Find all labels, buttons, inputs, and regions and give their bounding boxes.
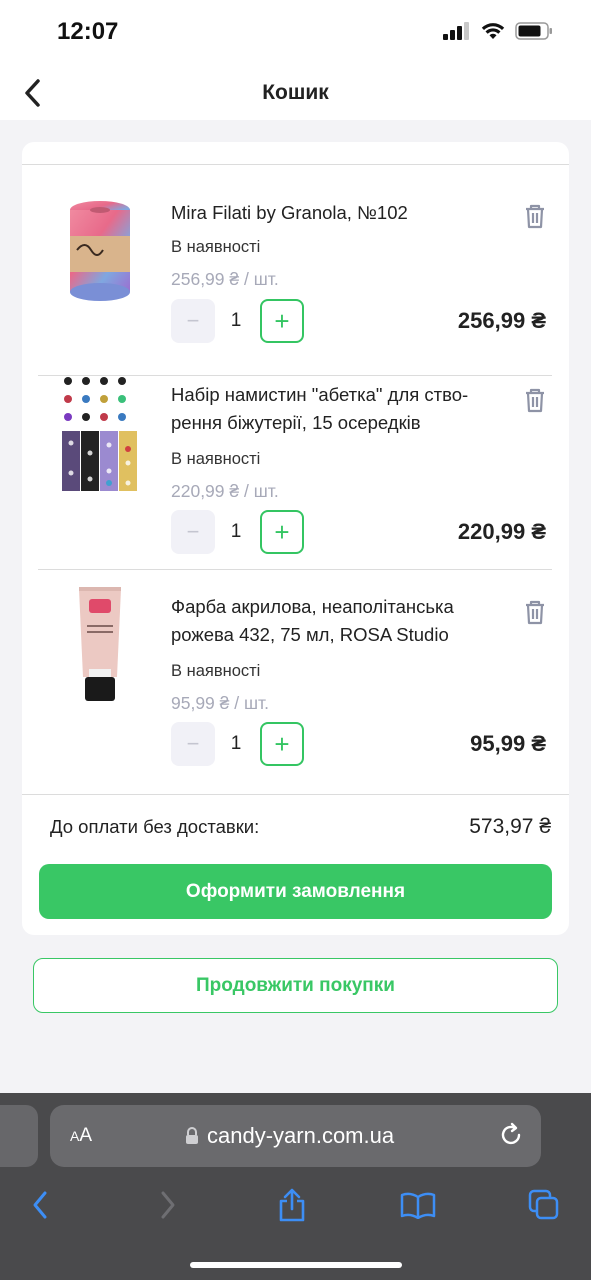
home-indicator xyxy=(190,1262,402,1268)
url-text: candy-yarn.com.ua xyxy=(207,1123,395,1148)
tabs-icon xyxy=(528,1189,559,1220)
reload-icon[interactable] xyxy=(497,1121,525,1149)
chevron-left-icon xyxy=(33,1191,47,1219)
divider xyxy=(22,794,569,795)
trash-icon[interactable] xyxy=(520,597,550,627)
product-title[interactable]: Фарба акрилова, неаполітанська рожева 43… xyxy=(171,593,511,649)
continue-shopping-button[interactable]: Продовжити покупки xyxy=(33,958,558,1013)
qty-value[interactable]: 1 xyxy=(226,510,246,554)
tabs-button[interactable] xyxy=(524,1185,564,1225)
browser-back-button[interactable] xyxy=(20,1185,60,1225)
qty-increase-button[interactable]: + xyxy=(260,299,304,343)
share-icon xyxy=(279,1188,305,1222)
qty-decrease-button[interactable]: − xyxy=(171,299,215,343)
chevron-right-icon xyxy=(161,1191,175,1219)
trash-icon[interactable] xyxy=(520,385,550,415)
paint-tube-image xyxy=(79,587,121,701)
product-image-paint[interactable] xyxy=(60,585,140,705)
product-title-line: Фарба акрилова, неаполітанська xyxy=(171,596,454,617)
status-time: 12:07 xyxy=(57,18,119,45)
book-icon xyxy=(400,1192,436,1219)
product-title-line: Набір намистин "абетка" для ство- xyxy=(171,384,469,405)
browser-bar: AA candy-yarn.com.ua xyxy=(0,1093,591,1280)
wifi-icon xyxy=(481,23,505,39)
product-title[interactable]: Набір намистин "абетка" для ство- рення … xyxy=(171,381,511,437)
url-display[interactable]: candy-yarn.com.ua xyxy=(185,1123,394,1149)
stock-status: В наявності xyxy=(171,450,261,468)
qty-decrease-button[interactable]: − xyxy=(171,722,215,766)
stock-status: В наявності xyxy=(171,662,261,680)
stock-status: В наявності xyxy=(171,238,261,256)
browser-forward-button[interactable] xyxy=(148,1185,188,1225)
share-button[interactable] xyxy=(272,1185,312,1225)
reader-settings-button[interactable]: AA xyxy=(70,1125,92,1147)
battery-icon xyxy=(515,22,552,40)
cellular-signal-icon xyxy=(443,22,469,40)
status-icons xyxy=(443,22,553,40)
aa-large-letter: A xyxy=(79,1125,93,1146)
status-bar: 12:07 xyxy=(0,0,591,66)
page-title: Кошик xyxy=(262,81,329,104)
cart-item: Mira Filati by Granola, №102 В наявності… xyxy=(38,165,552,376)
address-bar[interactable]: AA candy-yarn.com.ua xyxy=(50,1105,541,1167)
aa-small-letter: A xyxy=(70,1128,80,1144)
product-title-line: рожева 432, 75 мл, ROSA Studio xyxy=(171,624,449,645)
trash-icon[interactable] xyxy=(520,201,550,231)
summary-label: До оплати без доставки: xyxy=(50,816,260,837)
bead-set-image xyxy=(62,377,137,491)
product-image-yarn[interactable] xyxy=(60,193,140,313)
product-title-line: рення біжутерії, 15 осередків xyxy=(171,412,421,433)
cart-item: Фарба акрилова, неаполітанська рожева 43… xyxy=(38,571,552,782)
qty-value[interactable]: 1 xyxy=(226,722,246,766)
yarn-roll-image xyxy=(70,201,130,301)
checkout-button[interactable]: Оформити замовлення xyxy=(39,864,552,919)
lock-icon xyxy=(186,1127,198,1144)
cart-card: Mira Filati by Granola, №102 В наявності… xyxy=(22,142,569,935)
qty-value[interactable]: 1 xyxy=(226,299,246,343)
unit-price: 256,99 ₴ / шт. xyxy=(171,269,279,289)
cart-item: Набір намистин "абетка" для ство- рення … xyxy=(38,359,552,570)
line-total: 256,99 ₴ xyxy=(457,308,546,333)
qty-increase-button[interactable]: + xyxy=(260,510,304,554)
product-title[interactable]: Mira Filati by Granola, №102 xyxy=(171,199,511,227)
page-header: Кошик xyxy=(0,66,591,120)
summary-total: 573,97 ₴ xyxy=(469,815,551,838)
line-total: 95,99 ₴ xyxy=(470,731,546,756)
unit-price: 95,99 ₴ / шт. xyxy=(171,693,269,713)
bookmarks-button[interactable] xyxy=(398,1185,438,1225)
product-image-beads[interactable] xyxy=(60,373,140,493)
previous-tab-preview[interactable] xyxy=(0,1105,38,1167)
qty-decrease-button[interactable]: − xyxy=(171,510,215,554)
divider xyxy=(38,569,552,570)
line-total: 220,99 ₴ xyxy=(457,519,546,544)
unit-price: 220,99 ₴ / шт. xyxy=(171,481,279,501)
qty-increase-button[interactable]: + xyxy=(260,722,304,766)
